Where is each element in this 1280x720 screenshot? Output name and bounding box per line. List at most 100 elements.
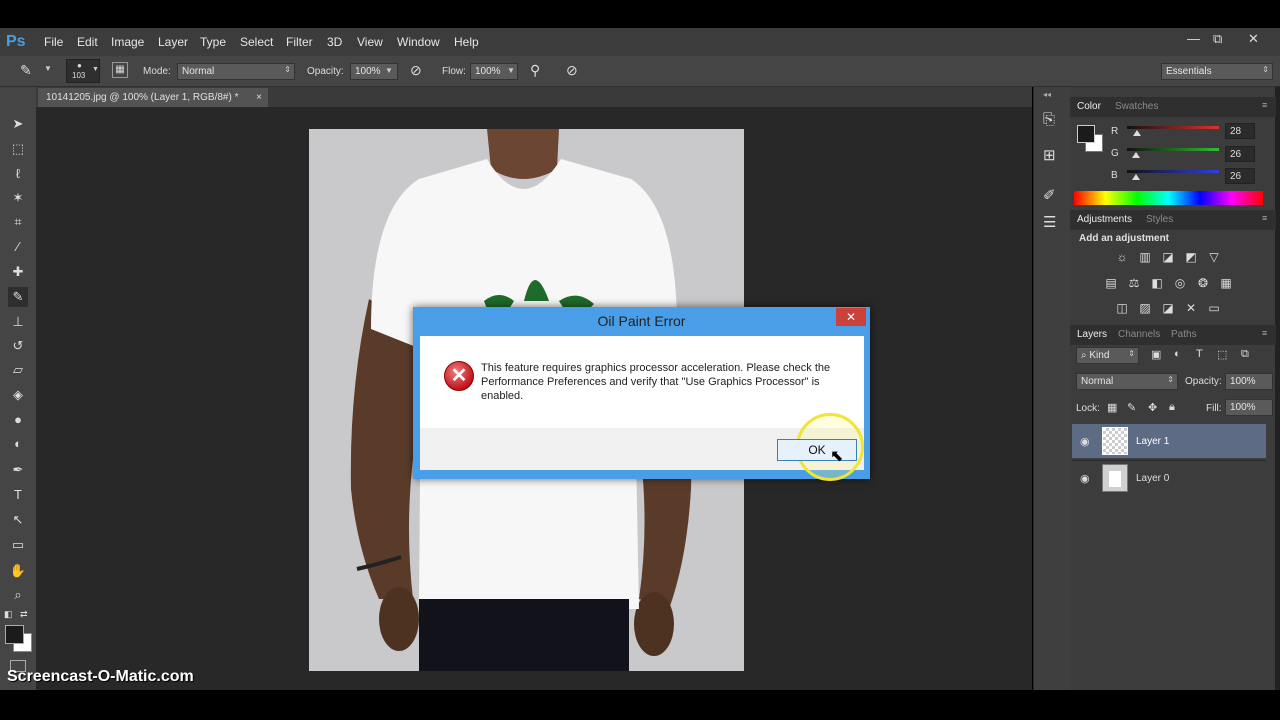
- paint-bucket-tool-icon[interactable]: ◈: [8, 385, 28, 405]
- posterize-icon[interactable]: ▨: [1137, 301, 1153, 315]
- eyedropper-tool-icon[interactable]: ⁄: [8, 237, 28, 257]
- brush-presets-icon[interactable]: ✐: [1043, 186, 1056, 204]
- path-selection-tool-icon[interactable]: ↖: [8, 510, 28, 530]
- panel-menu-icon[interactable]: ≡: [1262, 100, 1267, 110]
- tool-presets-icon[interactable]: ☰: [1043, 213, 1056, 231]
- selective-color-icon[interactable]: ✕: [1183, 301, 1199, 315]
- eraser-tool-icon[interactable]: ▱: [8, 360, 28, 380]
- ok-button[interactable]: OK: [777, 439, 857, 461]
- layer-name[interactable]: Layer 1: [1136, 436, 1169, 447]
- minimize-icon[interactable]: —: [1187, 31, 1200, 46]
- pressure-opacity-icon[interactable]: ⊘: [410, 62, 422, 79]
- slider-thumb-icon[interactable]: [1132, 174, 1141, 180]
- history-panel-icon[interactable]: ⎘: [1043, 111, 1055, 128]
- brightness-contrast-icon[interactable]: ☼: [1114, 250, 1130, 264]
- brush-tool-icon[interactable]: ✎: [20, 62, 40, 80]
- lock-all-icon[interactable]: 🔒︎: [1169, 401, 1175, 414]
- menu-3d[interactable]: 3D: [327, 35, 342, 49]
- layer-name[interactable]: Layer 0: [1136, 473, 1169, 484]
- filter-pixel-icon[interactable]: ▣: [1151, 348, 1161, 361]
- menu-layer[interactable]: Layer: [158, 35, 188, 49]
- opacity-chevron-icon[interactable]: ▼: [385, 66, 393, 75]
- menu-filter[interactable]: Filter: [286, 35, 313, 49]
- tab-close-icon[interactable]: ×: [256, 88, 262, 107]
- layer-blend-mode-dropdown[interactable]: Normal ⇕: [1076, 373, 1178, 390]
- healing-brush-tool-icon[interactable]: ✚: [8, 262, 28, 282]
- channel-g-value[interactable]: 26: [1225, 146, 1255, 162]
- crop-tool-icon[interactable]: ⌗: [8, 212, 28, 232]
- slider-thumb-icon[interactable]: [1133, 130, 1142, 136]
- panel-scrollbar[interactable]: [1275, 87, 1280, 690]
- mode-dropdown[interactable]: Normal ⇕: [177, 63, 295, 80]
- layer-opacity-input[interactable]: 100%: [1225, 373, 1273, 390]
- menu-view[interactable]: View: [357, 35, 383, 49]
- eye-visibility-icon[interactable]: ◉: [1080, 472, 1090, 485]
- color-foreground-swatch[interactable]: [1077, 125, 1095, 143]
- pen-tool-icon[interactable]: ✒: [8, 460, 28, 480]
- layer-kind-filter[interactable]: ⌕ Kind ⇕: [1076, 347, 1139, 364]
- rectangle-tool-icon[interactable]: ▭: [8, 535, 28, 555]
- dodge-tool-icon[interactable]: ◐: [8, 434, 28, 454]
- swap-colors-icon[interactable]: ⇄: [20, 609, 28, 620]
- restore-icon[interactable]: ⧉: [1213, 31, 1222, 47]
- dialog-close-button[interactable]: ✕: [836, 308, 866, 326]
- workspace-dropdown[interactable]: Essentials ⇕: [1161, 63, 1273, 80]
- menu-window[interactable]: Window: [397, 35, 440, 49]
- brush-tool-icon[interactable]: ✎: [8, 287, 28, 307]
- brush-panel-icon[interactable]: ▦: [112, 62, 128, 78]
- eye-visibility-icon[interactable]: ◉: [1080, 435, 1090, 448]
- layer-row-layer-1[interactable]: ◉ Layer 1: [1072, 424, 1266, 458]
- channel-b-value[interactable]: 26: [1225, 168, 1255, 184]
- channel-g-slider[interactable]: [1127, 148, 1219, 158]
- threshold-icon[interactable]: ◪: [1160, 301, 1176, 315]
- menu-edit[interactable]: Edit: [77, 35, 98, 49]
- black-white-icon[interactable]: ◧: [1149, 276, 1165, 290]
- airbrush-icon[interactable]: ⚲: [530, 62, 540, 79]
- menu-type[interactable]: Type: [200, 35, 226, 49]
- foreground-color-swatch[interactable]: [5, 625, 24, 644]
- color-lookup-icon[interactable]: ▦: [1218, 276, 1234, 290]
- tab-layers[interactable]: Layers: [1077, 329, 1107, 340]
- panel-menu-icon[interactable]: ≡: [1262, 328, 1267, 338]
- channel-mixer-icon[interactable]: ❂: [1195, 276, 1211, 290]
- levels-icon[interactable]: ▥: [1137, 250, 1153, 264]
- panel-menu-icon[interactable]: ≡: [1262, 213, 1267, 223]
- exposure-icon[interactable]: ◩: [1183, 250, 1199, 264]
- photo-filter-icon[interactable]: ◎: [1172, 276, 1188, 290]
- properties-panel-icon[interactable]: ⊞: [1043, 146, 1056, 164]
- default-colors-icon[interactable]: ◧: [4, 609, 13, 620]
- color-balance-icon[interactable]: ⚖: [1126, 276, 1142, 290]
- move-tool-icon[interactable]: ➤: [8, 114, 28, 134]
- tab-channels[interactable]: Channels: [1118, 329, 1160, 340]
- menu-select[interactable]: Select: [240, 35, 273, 49]
- channel-b-slider[interactable]: [1127, 170, 1219, 180]
- color-spectrum-ramp[interactable]: [1074, 191, 1263, 205]
- tab-paths[interactable]: Paths: [1171, 329, 1197, 340]
- gradient-map-icon[interactable]: ▭: [1206, 301, 1222, 315]
- hand-tool-icon[interactable]: ✋: [8, 561, 28, 581]
- filter-adjustment-icon[interactable]: ◐: [1174, 348, 1181, 360]
- marquee-tool-icon[interactable]: ⬚: [8, 139, 28, 159]
- tab-adjustments[interactable]: Adjustments: [1077, 214, 1132, 225]
- channel-r-slider[interactable]: [1127, 126, 1219, 136]
- type-tool-icon[interactable]: T: [8, 485, 28, 505]
- filter-shape-icon[interactable]: ⬚: [1217, 348, 1227, 361]
- menu-help[interactable]: Help: [454, 35, 479, 49]
- blur-tool-icon[interactable]: ●: [8, 410, 28, 430]
- tool-preset-arrow-icon[interactable]: ▼: [44, 64, 52, 73]
- flow-chevron-icon[interactable]: ▼: [507, 66, 515, 75]
- curves-icon[interactable]: ◪: [1160, 250, 1176, 264]
- slider-thumb-icon[interactable]: [1132, 152, 1141, 158]
- lock-transparent-icon[interactable]: ▦: [1107, 401, 1117, 414]
- tab-color[interactable]: Color: [1077, 101, 1101, 112]
- collapse-arrows-icon[interactable]: ◂◂: [1043, 90, 1051, 99]
- clone-stamp-tool-icon[interactable]: ⊥: [8, 312, 28, 332]
- brush-preset-picker[interactable]: ● 103 ▼: [66, 59, 100, 83]
- filter-type-icon[interactable]: T: [1196, 348, 1203, 360]
- magic-wand-tool-icon[interactable]: ✶: [8, 188, 28, 208]
- lasso-tool-icon[interactable]: ℓ: [8, 164, 28, 184]
- tab-styles[interactable]: Styles: [1146, 214, 1173, 225]
- pressure-size-icon[interactable]: ⊘: [566, 62, 578, 79]
- lock-position-icon[interactable]: ✥: [1148, 401, 1157, 414]
- invert-icon[interactable]: ◫: [1114, 301, 1130, 315]
